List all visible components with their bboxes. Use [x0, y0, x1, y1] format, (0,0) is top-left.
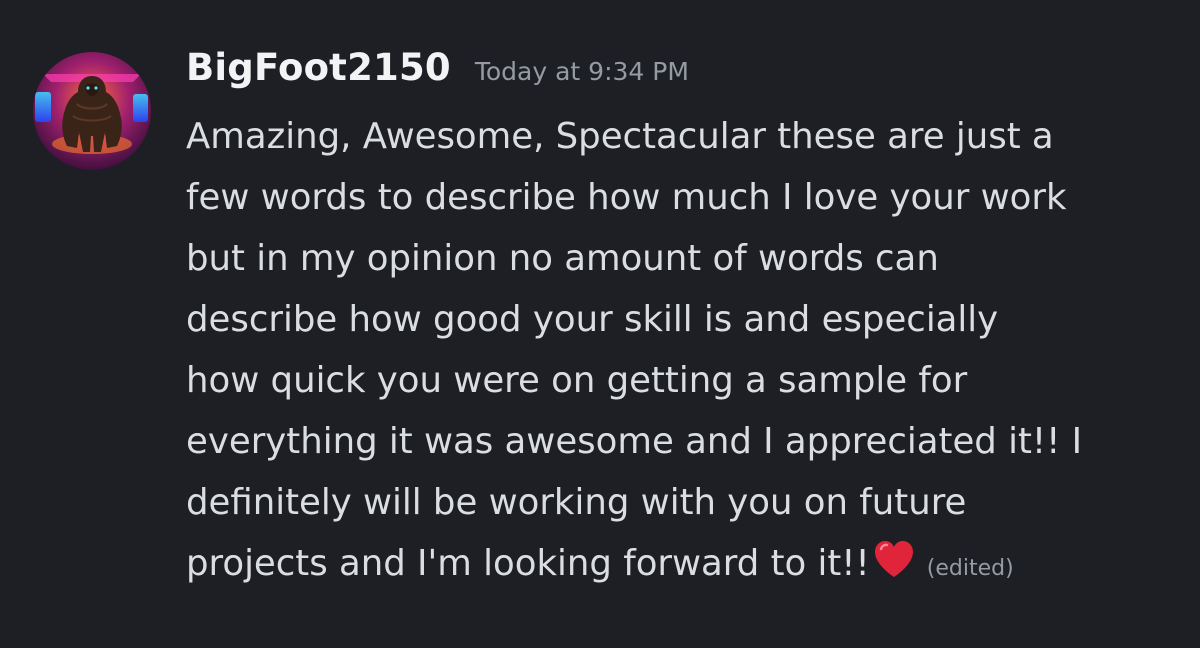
heart-icon	[874, 541, 913, 577]
message-header: BigFoot2150 Today at 9:34 PM	[186, 46, 689, 98]
username[interactable]: BigFoot2150	[186, 46, 451, 89]
edited-label: (edited)	[926, 556, 1014, 581]
message-line: how quick you were on getting a sample f…	[186, 360, 968, 401]
message-content: Amazing, Awesome, Spectacular these are …	[186, 106, 1166, 599]
message-line: projects and I'm looking forward to it!!	[186, 543, 870, 584]
bigfoot-avatar-icon	[33, 52, 151, 170]
message-line: describe how good your skill is and espe…	[186, 299, 999, 340]
message-line: Amazing, Awesome, Spectacular these are …	[186, 116, 1054, 157]
chat-message: BigFoot2150 Today at 9:34 PM Amazing, Aw…	[0, 0, 1200, 648]
message-line: everything it was awesome and I apprecia…	[186, 421, 1083, 462]
timestamp[interactable]: Today at 9:34 PM	[475, 57, 689, 86]
message-line: few words to describe how much I love yo…	[186, 177, 1067, 218]
message-last-line: projects and I'm looking forward to it!!…	[186, 533, 1166, 599]
heart-emoji[interactable]	[873, 537, 915, 598]
user-avatar[interactable]	[33, 52, 151, 170]
message-line: but in my opinion no amount of words can	[186, 238, 939, 279]
message-line: definitely will be working with you on f…	[186, 482, 967, 523]
